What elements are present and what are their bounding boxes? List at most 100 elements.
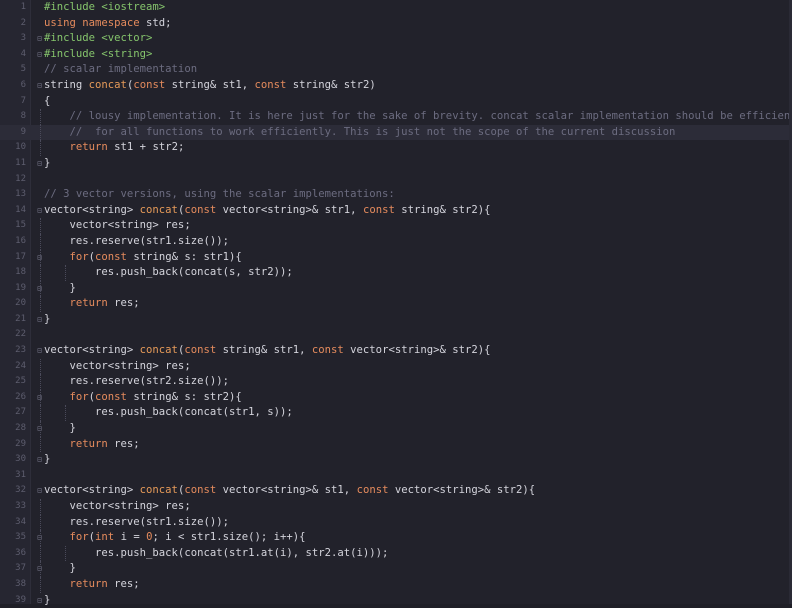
code-line[interactable]: 29 return res; (0, 436, 792, 453)
code-lines[interactable]: 1 #include <iostream> 2 using namespace std… (0, 0, 792, 608)
code-line[interactable]: 33 vector<string> res; (0, 499, 792, 515)
code-line[interactable]: 30 ⊟} (0, 452, 792, 468)
code-text: vector<string> res; (44, 359, 191, 375)
fold-toggle-icon[interactable]: ⊟ (35, 312, 44, 328)
indent-guide (65, 405, 67, 422)
code-text: return res; (44, 296, 140, 312)
code-line[interactable]: 10 return st1 + str2; (0, 140, 792, 156)
indent-guide (40, 218, 41, 234)
fold-toggle-icon[interactable]: ⊟ (35, 452, 44, 468)
indent-guide (40, 405, 41, 422)
code-line[interactable]: 2 using namespace std; (0, 16, 792, 32)
line-number: 24 (15, 360, 26, 371)
fold-toggle-icon[interactable]: ⊟ (35, 78, 44, 94)
indent-guide (40, 109, 41, 125)
code-line[interactable]: 4 ⊟ #include <string> (0, 47, 792, 63)
code-line[interactable]: 7{ (0, 94, 792, 110)
code-line[interactable]: 17 ⊟ for(const string& s: str1){ (0, 249, 792, 266)
code-text: using namespace std; (44, 16, 172, 32)
code-token: } (44, 156, 51, 169)
code-line[interactable]: 12 (0, 172, 792, 188)
code-line[interactable]: 38 return res; (0, 576, 792, 593)
code-line[interactable]: 28 ⊟ } (0, 421, 792, 437)
code-token: } (44, 312, 51, 325)
code-line[interactable]: 23 ⊟ vector<string> concat(const string& s… (0, 343, 792, 359)
line-number: 15 (15, 220, 26, 231)
code-token: #include <vector> (44, 32, 153, 45)
code-line[interactable]: 20 return res; (0, 296, 792, 312)
code-line[interactable]: 36 res.push_back(concat(str1.at(i), str2… (0, 545, 792, 562)
code-editor[interactable]: 1 #include <iostream> 2 using namespace std… (0, 0, 792, 606)
code-token: // scalar implementation (44, 63, 198, 76)
code-text: res.push_back(concat(str1, s)); (44, 405, 293, 421)
code-line[interactable]: 32 ⊟ vector<string> concat(const vector<st… (0, 483, 792, 499)
fold-toggle-icon[interactable]: ⊟ (35, 343, 44, 359)
code-token: ; i < str1.size(); i++){ (152, 531, 306, 544)
code-token: res.push_back(concat(str1.at(i), str2.at… (44, 546, 389, 559)
indent-guide (65, 265, 67, 281)
code-line[interactable]: 21 ⊟} (0, 312, 792, 328)
code-line[interactable]: 14 ⊟ vector<string> concat(const vector<st… (0, 203, 792, 219)
indent-guide (40, 280, 41, 297)
code-line[interactable]: 11 ⊟} (0, 156, 792, 172)
code-line[interactable]: 25 res.reserve(str2.size()); (0, 374, 792, 390)
code-token: const (311, 344, 344, 357)
code-line[interactable]: 37 ⊟ } (0, 561, 792, 577)
code-line[interactable]: 13 // 3 vector versions, using the scalar… (0, 187, 792, 203)
code-token: // 3 vector versions, using the scalar i… (44, 188, 395, 201)
fold-toggle-icon[interactable]: ⊟ (35, 47, 44, 63)
code-line[interactable]: 9 // for all functions to work efficient… (0, 124, 792, 141)
code-text: } (44, 312, 50, 328)
code-line[interactable]: 35 ⊟ for(int i = 0; i < str1.size(); i++)… (0, 530, 792, 546)
code-token: concat (139, 344, 178, 357)
fold-toggle-icon[interactable]: ⊟ (35, 31, 44, 47)
code-line[interactable]: 39 ⊟} (0, 593, 792, 608)
line-number: 31 (15, 469, 26, 480)
code-text: } (44, 561, 76, 577)
indent-guide (40, 436, 41, 453)
code-token: res.reserve(str2.size()); (44, 375, 229, 388)
code-line[interactable]: 15 vector<string> res; (0, 218, 792, 234)
fold-toggle-icon[interactable]: ⊟ (35, 593, 44, 608)
line-number: 9 (20, 126, 26, 137)
code-token: const (254, 78, 287, 91)
code-text: vector<string> concat(const string& str1… (44, 343, 491, 359)
code-line[interactable]: 5 // scalar implementation (0, 62, 792, 78)
code-line[interactable]: 1 #include <iostream> (0, 0, 792, 16)
code-line[interactable]: 31 (0, 468, 792, 484)
line-number: 19 (15, 282, 26, 293)
line-number: 12 (15, 173, 26, 184)
indent-guide (65, 545, 67, 562)
code-text: return res; (44, 577, 140, 593)
code-token: for (69, 390, 89, 403)
code-line[interactable]: 24 vector<string> res; (0, 358, 792, 375)
indent-guide (40, 499, 41, 515)
code-line[interactable]: 19 ⊟ } (0, 280, 792, 297)
code-line[interactable]: 16 res.reserve(str1.size()); (0, 233, 792, 250)
fold-toggle-icon[interactable]: ⊟ (35, 156, 44, 172)
code-line[interactable]: 8 // lousy implementation. It is here ju… (0, 109, 792, 125)
code-line[interactable]: 3 ⊟ #include <vector> (0, 31, 792, 47)
line-number: 23 (15, 345, 26, 356)
code-token: // lousy implementation. It is here just… (44, 110, 792, 123)
fold-toggle-icon[interactable]: ⊟ (35, 483, 44, 499)
code-line[interactable]: 34 res.reserve(str1.size()); (0, 514, 792, 531)
line-number: 38 (15, 578, 26, 589)
code-token: const (184, 484, 217, 497)
code-text: #include <vector> (44, 31, 152, 47)
code-line[interactable]: 18 res.push_back(concat(s, str2)); (0, 265, 792, 281)
code-line[interactable]: 6 ⊟ string concat(const string& st1, const… (0, 78, 792, 94)
indent-guide (40, 358, 41, 375)
code-token: int (95, 531, 115, 544)
fold-toggle-icon[interactable]: ⊟ (35, 203, 44, 219)
code-token: vector<string>& str2){ (343, 344, 491, 357)
code-line[interactable]: 26 ⊟ for(const string& s: str2){ (0, 389, 792, 406)
code-line[interactable]: 22 (0, 327, 792, 343)
code-text: res.reserve(str2.size()); (44, 374, 229, 390)
code-line[interactable]: 27 res.push_back(concat(str1, s)); (0, 405, 792, 422)
indent-guide (40, 233, 41, 250)
